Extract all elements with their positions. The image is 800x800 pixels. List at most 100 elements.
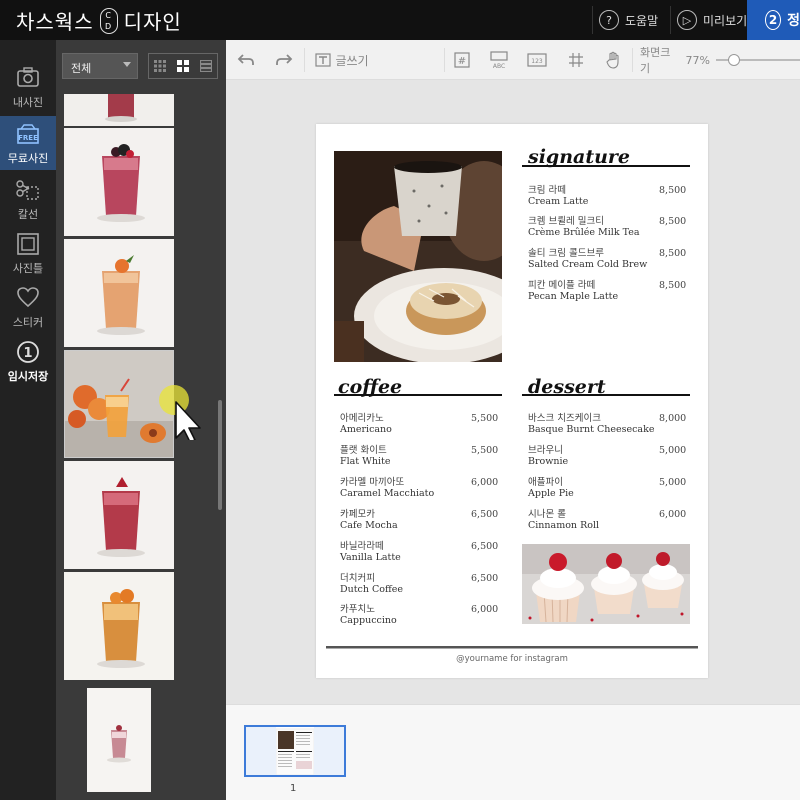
preview-button[interactable]: ▷ 미리보기 <box>670 6 747 34</box>
menu-price[interactable]: 6,500 <box>471 573 498 584</box>
question-icon: ? <box>599 10 619 30</box>
nav-label: 칼선 <box>17 208 39 221</box>
menu-item[interactable]: 카푸치노 Cappuccino <box>340 604 397 626</box>
camera-icon <box>15 66 41 92</box>
redo-button[interactable] <box>274 50 294 70</box>
nav-my-photos[interactable]: 내사진 <box>0 60 56 114</box>
menu-item[interactable]: 카라멜 마끼아또 Caramel Macchiato <box>340 477 434 499</box>
svg-text:#: # <box>458 56 466 67</box>
nav-frames[interactable]: 사진틀 <box>0 226 56 280</box>
play-icon: ▷ <box>677 10 697 30</box>
cupcake-photo[interactable] <box>522 544 690 624</box>
next-step-button[interactable]: 2 정 <box>747 0 800 40</box>
hand-icon <box>606 51 619 69</box>
photo-thumbnail[interactable] <box>64 94 174 126</box>
menu-item[interactable]: 시나몬 롤 Cinnamon Roll <box>528 509 599 531</box>
photo-thumbnail[interactable] <box>64 239 174 347</box>
abc-icon: ABC <box>490 51 508 69</box>
nav-free-photos[interactable]: FREE 무료사진 <box>0 116 56 170</box>
menu-price[interactable]: 6,000 <box>659 509 686 520</box>
photo-thumbnail[interactable] <box>64 128 174 236</box>
grid-icon <box>569 53 583 67</box>
coffee-donut-photo[interactable] <box>334 151 502 362</box>
text-icon <box>315 53 332 67</box>
list-view-button[interactable] <box>194 54 217 78</box>
pan-tool-button[interactable] <box>604 50 624 70</box>
menu-design-page[interactable]: signature 크림 라떼 Cream Latte 8,500 크렘 브륄레 … <box>316 124 708 678</box>
heart-icon <box>15 286 41 312</box>
scissors-icon <box>15 178 41 204</box>
category-select[interactable]: 전체 <box>62 53 138 79</box>
abc-tool-button[interactable]: ABC <box>488 50 510 70</box>
grid-large-view-button[interactable] <box>172 54 195 78</box>
number-one-icon: 1 <box>15 340 41 366</box>
menu-price[interactable]: 8,500 <box>659 248 686 259</box>
menu-item[interactable]: 크렘 브륄레 밀크티 Crème Brûlée Milk Tea <box>528 216 640 238</box>
zoom-readout: 화면크기 77% <box>640 46 710 75</box>
logo-badge: C D <box>99 7 118 34</box>
chevron-down-icon <box>123 62 131 67</box>
menu-item[interactable]: 애플파이 Apple Pie <box>528 477 574 499</box>
text-tool-label: 글쓰기 <box>335 53 369 68</box>
nav-temp-save[interactable]: 1 임시저장 <box>0 334 56 388</box>
number-icon: 123 <box>527 53 547 67</box>
nav-label: 내사진 <box>12 96 44 109</box>
menu-item[interactable]: 아메리카노 Americano <box>340 413 392 435</box>
menu-price[interactable]: 6,000 <box>471 477 498 488</box>
menu-item[interactable]: 크림 라떼 Cream Latte <box>528 185 588 207</box>
photo-thumbnail[interactable] <box>64 461 174 569</box>
undo-icon <box>237 54 254 65</box>
top-bar: 차스웍스 C D 디자인 ? 도움말 ▷ 미리보기 2 정 <box>0 0 800 40</box>
list-icon <box>199 60 212 72</box>
menu-item[interactable]: 솔티 크림 콜드브루 Salted Cream Cold Brew <box>528 248 647 270</box>
menu-price[interactable]: 5,000 <box>659 445 686 456</box>
menu-item[interactable]: 브라우니 Brownie <box>528 445 568 467</box>
help-button[interactable]: ? 도움말 <box>592 6 658 34</box>
menu-item[interactable]: 카페모카 Cafe Mocha <box>340 509 398 531</box>
menu-item[interactable]: 더치커피 Dutch Coffee <box>340 573 403 595</box>
zoom-label: 화면크기 <box>640 46 671 75</box>
menu-price[interactable]: 5,500 <box>471 445 498 456</box>
mouse-cursor <box>158 380 204 444</box>
page-thumbnail[interactable] <box>244 725 346 777</box>
grid-toggle-button[interactable] <box>566 50 586 70</box>
photo-thumbnail[interactable] <box>64 572 174 680</box>
svg-text:1: 1 <box>23 346 32 361</box>
category-select-value: 전체 <box>71 62 92 75</box>
menu-price[interactable]: 5,500 <box>471 413 498 424</box>
menu-price[interactable]: 8,500 <box>659 185 686 196</box>
app-logo[interactable]: 차스웍스 C D 디자인 <box>16 6 182 35</box>
menu-price[interactable]: 6,000 <box>471 604 498 615</box>
nav-label: 무료사진 <box>7 152 49 165</box>
zoom-slider-handle[interactable] <box>728 54 741 66</box>
logo-text-left: 차스웍스 <box>16 10 94 34</box>
nav-stickers[interactable]: 스티커 <box>0 280 56 334</box>
menu-price[interactable]: 8,500 <box>659 280 686 291</box>
nav-cut-lines[interactable]: 칼선 <box>0 172 56 226</box>
toolbar-divider <box>632 48 633 72</box>
redo-icon <box>276 54 293 65</box>
photo-thumbnail[interactable] <box>87 688 151 792</box>
hashtag-tool-button[interactable]: # <box>452 50 472 70</box>
step-label: 정 <box>787 13 800 29</box>
menu-price[interactable]: 6,500 <box>471 509 498 520</box>
help-label: 도움말 <box>625 13 659 28</box>
undo-button[interactable] <box>236 50 256 70</box>
menu-price[interactable]: 8,000 <box>659 413 686 424</box>
menu-item[interactable]: 바닐라라떼 Vanilla Latte <box>340 541 401 563</box>
footer-text[interactable]: @yourname for instagram <box>316 654 708 664</box>
menu-price[interactable]: 5,000 <box>659 477 686 488</box>
menu-price[interactable]: 8,500 <box>659 216 686 227</box>
menu-item[interactable]: 피칸 메이플 라떼 Pecan Maple Latte <box>528 280 618 302</box>
grid-large-icon <box>177 60 189 72</box>
frame-icon <box>15 232 41 258</box>
menu-price[interactable]: 6,500 <box>471 541 498 552</box>
number-tool-button[interactable]: 123 <box>526 50 548 70</box>
photo-panel-scrollbar[interactable] <box>218 400 222 510</box>
svg-text:123: 123 <box>531 58 543 65</box>
grid-small-view-button[interactable] <box>149 54 172 78</box>
menu-item[interactable]: 플랫 화이트 Flat White <box>340 445 391 467</box>
menu-item[interactable]: 바스크 치즈케이크 Basque Burnt Cheesecake <box>528 413 654 435</box>
text-tool-button[interactable]: 글쓰기 <box>314 50 370 70</box>
step-number: 2 <box>765 10 782 30</box>
